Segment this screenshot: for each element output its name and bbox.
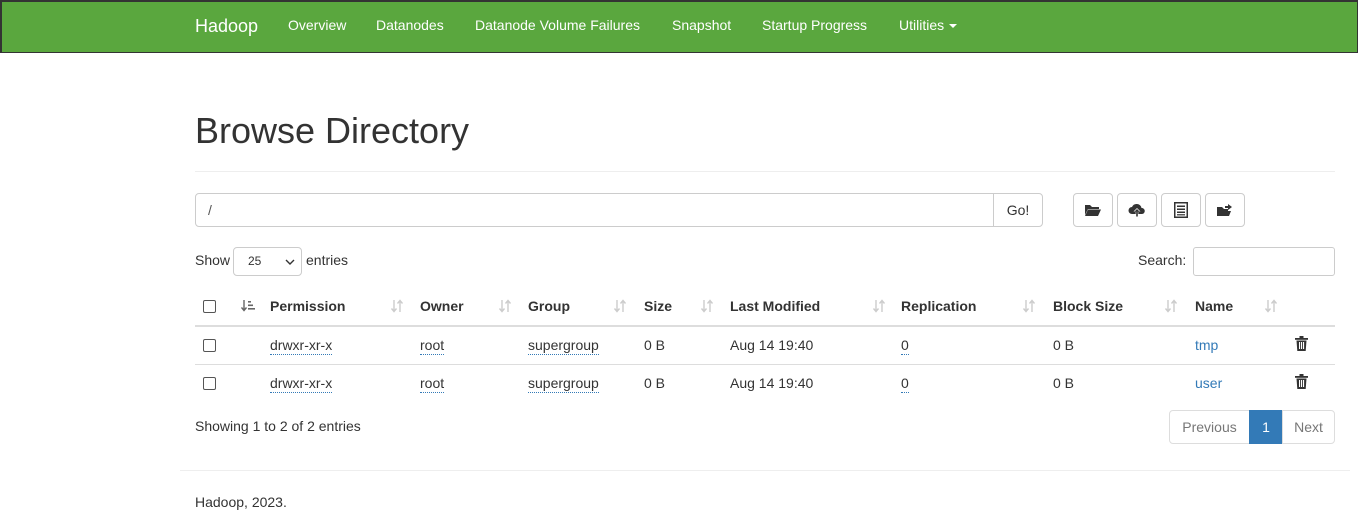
last-modified-cell: Aug 14 19:40 (730, 375, 814, 391)
column-header-block-size[interactable]: Block Size (1053, 298, 1123, 314)
sort-ascending-icon[interactable] (241, 299, 255, 313)
row-checkbox[interactable] (203, 377, 216, 390)
page-length-value: 25 (248, 254, 262, 268)
nav-snapshot[interactable]: Snapshot (672, 17, 731, 33)
owner-cell[interactable]: root (420, 375, 445, 393)
trash-icon[interactable] (1295, 374, 1308, 389)
create-directory-button[interactable] (1073, 193, 1113, 227)
upload-files-button[interactable] (1117, 193, 1157, 227)
row-divider (195, 364, 1335, 365)
sort-both-icon (390, 299, 404, 313)
sort-both-icon (1164, 299, 1178, 313)
list-alt-icon (1174, 202, 1188, 218)
column-header-permission[interactable]: Permission (270, 298, 345, 314)
select-all-checkbox[interactable] (203, 300, 216, 313)
sort-both-icon (613, 299, 627, 313)
brand-link[interactable]: Hadoop (195, 16, 258, 37)
trash-icon[interactable] (1295, 336, 1308, 351)
permission-cell[interactable]: drwxr-xr-x (270, 337, 333, 355)
title-divider (195, 171, 1335, 172)
replication-cell[interactable]: 0 (901, 375, 909, 393)
last-modified-cell: Aug 14 19:40 (730, 337, 814, 353)
folder-move-icon (1217, 204, 1232, 216)
name-link[interactable]: tmp (1195, 337, 1218, 353)
table-header-divider (195, 325, 1335, 327)
search-input[interactable] (1193, 247, 1335, 276)
nav-datanodes[interactable]: Datanodes (376, 17, 444, 33)
sort-both-icon (700, 299, 714, 313)
column-header-owner[interactable]: Owner (420, 298, 464, 314)
column-header-last-modified[interactable]: Last Modified (730, 298, 820, 314)
row-checkbox[interactable] (203, 339, 216, 352)
page-1-button[interactable]: 1 (1249, 410, 1283, 444)
directory-path-input[interactable] (195, 193, 995, 227)
page-title: Browse Directory (195, 110, 470, 151)
show-label: Show (195, 252, 231, 268)
owner-cell[interactable]: root (420, 337, 445, 355)
folder-open-icon (1085, 205, 1101, 216)
sort-both-icon (1264, 299, 1278, 313)
sort-both-icon (872, 299, 886, 313)
sort-both-icon (1022, 299, 1036, 313)
footer-text: Hadoop, 2023. (195, 494, 287, 510)
column-header-name[interactable]: Name (1195, 298, 1233, 314)
replication-cell[interactable]: 0 (901, 337, 909, 355)
cut-paste-button[interactable] (1161, 193, 1201, 227)
permission-cell[interactable]: drwxr-xr-x (270, 375, 333, 393)
column-header-size[interactable]: Size (644, 298, 672, 314)
caret-down-icon (949, 24, 958, 29)
chevron-down-icon (285, 259, 295, 265)
cloud-upload-icon (1128, 203, 1145, 217)
nav-utilities-dropdown[interactable]: Utilities (899, 17, 958, 33)
group-cell[interactable]: supergroup (528, 337, 599, 355)
nav-startup-progress[interactable]: Startup Progress (762, 17, 867, 33)
footer-divider (180, 470, 1350, 471)
nav-utilities-label: Utilities (899, 17, 945, 33)
column-header-group[interactable]: Group (528, 298, 570, 314)
size-cell: 0 B (644, 337, 666, 353)
nav-overview[interactable]: Overview (288, 17, 346, 33)
entries-label: entries (306, 252, 349, 268)
nav-datanode-volume-failures[interactable]: Datanode Volume Failures (475, 17, 640, 33)
name-link[interactable]: user (1195, 375, 1222, 391)
page-length-select[interactable]: 25 (233, 247, 302, 276)
block-size-cell: 0 B (1053, 337, 1075, 353)
move-files-button[interactable] (1205, 193, 1245, 227)
next-page-button[interactable]: Next (1282, 410, 1335, 444)
column-header-replication[interactable]: Replication (901, 298, 976, 314)
group-cell[interactable]: supergroup (528, 375, 599, 393)
sort-both-icon (498, 299, 512, 313)
previous-page-button[interactable]: Previous (1169, 410, 1250, 444)
go-button[interactable]: Go! (993, 193, 1043, 227)
search-label: Search: (1138, 252, 1187, 268)
table-info: Showing 1 to 2 of 2 entries (195, 418, 361, 434)
block-size-cell: 0 B (1053, 375, 1075, 391)
size-cell: 0 B (644, 375, 666, 391)
